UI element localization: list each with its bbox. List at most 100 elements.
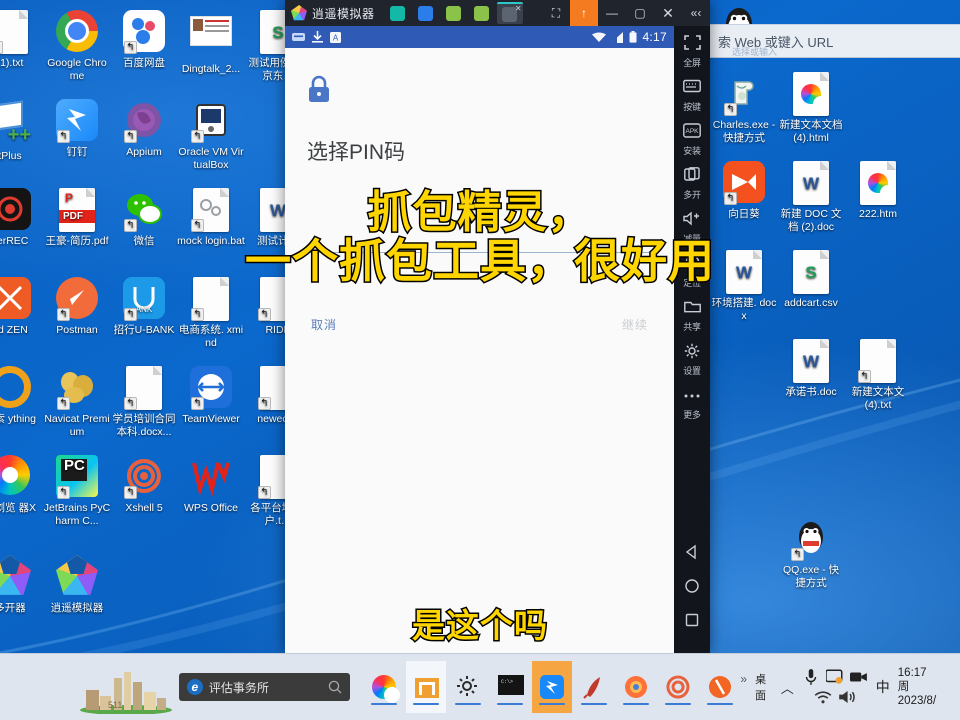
app-tab-settings[interactable]: ✕ (496, 2, 523, 24)
desktop-icon[interactable]: ↰ Postman (43, 277, 111, 337)
desktop-icon[interactable]: ↰ 向日葵 (710, 161, 778, 221)
desktop-icon[interactable]: ↰ 学员培训合同 本科.docx... (110, 366, 178, 438)
minimize-button[interactable]: — (598, 0, 626, 26)
desktop-icon[interactable]: ↰ Navicat Premium (43, 366, 111, 438)
recents-button[interactable] (674, 605, 710, 639)
app-tab-browser[interactable] (413, 2, 439, 24)
back-button[interactable] (674, 537, 710, 571)
desktop-icon[interactable]: ↰ 钉钉 (43, 99, 111, 159)
desktop-icon[interactable]: verREC (0, 188, 44, 248)
wifi-icon[interactable] (814, 688, 832, 706)
desktop-icon[interactable]: ++ tPlus (0, 99, 44, 163)
taskbar-search-box[interactable]: e 评估事务所 (178, 673, 351, 701)
sidebar-item-设置[interactable]: 设置 (674, 338, 710, 382)
sidebar-item-按键[interactable]: 按键 (674, 74, 710, 118)
camera-icon[interactable] (849, 668, 868, 686)
taskbar-firefox[interactable] (616, 661, 656, 713)
app-tab-android[interactable] (469, 2, 495, 24)
screen-icon[interactable] (825, 668, 844, 686)
desktop-icon[interactable]: ↰ Appium (110, 99, 178, 159)
desktop-icon[interactable]: 222.htm (844, 161, 912, 221)
taskbar-chrome[interactable] (364, 661, 404, 713)
desktop-icon-label: Xshell 5 (125, 502, 163, 514)
desktop-icon[interactable]: WPS Office (177, 455, 245, 515)
sidebar-item-全屏[interactable]: 全屏 (674, 30, 710, 74)
start-button[interactable] (0, 654, 46, 720)
desktop-icon[interactable]: ANK ↰ 招行U-BANK (110, 277, 178, 337)
desktop-icon[interactable]: 新建文本文档 (4).html (777, 72, 845, 144)
tray-desktop-label[interactable]: 桌面 (755, 671, 773, 703)
desktop-icon[interactable]: ↰ Oracle VM VirtualBox (177, 99, 245, 171)
taskbar-dingtalk[interactable] (532, 661, 573, 713)
search-icon[interactable] (328, 680, 342, 694)
desktop-icon[interactable]: ↰ 微信 (110, 188, 178, 248)
shortcut-arrow-icon: ↰ (57, 486, 70, 499)
desktop-icon[interactable]: ↰ TeamViewer (177, 366, 245, 426)
desktop-icon[interactable]: Saddcart.csv (777, 250, 845, 310)
desktop-icon-label: QQ.exe - 快 捷方式 (782, 564, 839, 589)
desktop-icon-label: verREC (0, 235, 29, 247)
desktop-icon[interactable]: 搜索 ything (0, 366, 44, 426)
desktop-icon[interactable]: ↰ QQ.exe - 快 捷方式 (777, 517, 845, 589)
taskbar-clock[interactable]: 16:17 周 2023/8/ (898, 666, 936, 708)
fit-screen-button[interactable]: ⛶ (542, 0, 570, 26)
sidebar-item-安装[interactable]: APK 安装 (674, 118, 710, 162)
emulator-titlebar[interactable]: 逍遥模拟器 ✕ ⛶ ↑ — ▢ ✕ «‹ (285, 0, 710, 26)
taskbar-feather[interactable] (574, 661, 614, 713)
desktop-icon[interactable]: W 新建 DOC 文 档 (2).doc (777, 161, 845, 233)
desktop-icon[interactable]: ↰ 电商系统. xmind (177, 277, 245, 349)
taskbar-app-buttons[interactable]: C:\> (364, 661, 740, 713)
desktop-icon[interactable]: ↰ 新建文本文 (4).txt (844, 339, 912, 411)
desktop-icon[interactable]: Dingtalk_2... (177, 10, 245, 76)
pin-cancel-button[interactable]: 取消 (311, 316, 337, 333)
desktop-icon[interactable]: ↰ 百度网盘 (110, 10, 178, 70)
taskbar-settings[interactable] (448, 661, 488, 713)
desktop-icon[interactable]: 逍遥模拟器 (43, 544, 111, 615)
desktop-icon[interactable]: ↰ (1).txt (0, 10, 44, 70)
app-tab-files[interactable] (441, 2, 467, 24)
sidebar-item-定位[interactable]: 定位 (674, 250, 710, 294)
speaker-icon[interactable] (838, 688, 856, 706)
desktop-icon[interactable]: ↰ mock login.bat (177, 188, 245, 248)
ime-indicator[interactable]: 中 (876, 677, 890, 697)
sidebar-item-更多[interactable]: 更多 (674, 382, 710, 426)
desktop-icon[interactable]: Google Chrome (43, 10, 111, 82)
browser-url-bar[interactable]: 索 Web 或键入 URL 选择或输入 (710, 24, 960, 58)
system-tray[interactable]: » 桌面 ︿ 中 16:17 周 2023/8/ (740, 666, 960, 708)
maximize-button[interactable]: ▢ (626, 0, 654, 26)
sidebar-item-减量[interactable]: 减量 (674, 206, 710, 250)
collapse-sidebar-button[interactable]: «‹ (682, 0, 710, 26)
desktop-icon[interactable]: PDF P 王豪-简历.pdf (43, 188, 111, 248)
taskbar-opera[interactable] (700, 661, 740, 713)
desktop-icon[interactable]: W 环境搭建. docx (710, 250, 778, 322)
emulator-app-tabs[interactable]: ✕ (385, 2, 523, 24)
window-controls[interactable]: ⛶ ↑ — ▢ ✕ «‹ (542, 0, 710, 26)
shortcut-arrow-icon: ↰ (191, 219, 204, 232)
desktop-icon[interactable]: ↰ Charles.exe - 快捷方式 (710, 72, 778, 144)
taskbar-terminal[interactable]: C:\> (490, 661, 530, 713)
home-button[interactable] (674, 571, 710, 605)
taskbar-explorer[interactable] (406, 661, 447, 713)
microphone-icon[interactable] (802, 668, 820, 686)
shortcut-arrow-icon: ↰ (124, 397, 137, 410)
desktop-icon-label: 环境搭建. docx (711, 297, 777, 322)
desktop-icon[interactable]: ↰ Xshell 5 (110, 455, 178, 515)
emulator-side-toolbar[interactable]: 全屏 按键 APK 安装 多开 减量 定位 共享 设置 更多 (674, 26, 710, 653)
pin-input-field[interactable] (307, 223, 652, 253)
close-button[interactable]: ✕ (654, 0, 682, 26)
upload-button[interactable]: ↑ (570, 0, 598, 26)
desktop-icon[interactable]: 速浏览 器X (0, 455, 44, 515)
desktop-icon[interactable]: PC ↰ JetBrains PyCharm C... (43, 455, 111, 527)
pin-continue-button[interactable]: 继续 (622, 316, 648, 333)
app-tab-recorder[interactable] (385, 2, 411, 24)
sidebar-item-共享[interactable]: 共享 (674, 294, 710, 338)
battery-icon (629, 31, 637, 43)
chevron-up-icon[interactable]: ︿ (781, 678, 794, 697)
desktop-icon[interactable]: W 承诺书.doc (777, 339, 845, 399)
taskbar-xshell[interactable] (658, 661, 698, 713)
desktop-icon[interactable]: nd ZEN (0, 277, 44, 337)
tray-overflow-icon[interactable]: » (740, 672, 747, 686)
desktop-icon[interactable]: 多开器 (0, 544, 44, 615)
close-icon[interactable]: ✕ (515, 4, 522, 13)
sidebar-item-多开[interactable]: 多开 (674, 162, 710, 206)
